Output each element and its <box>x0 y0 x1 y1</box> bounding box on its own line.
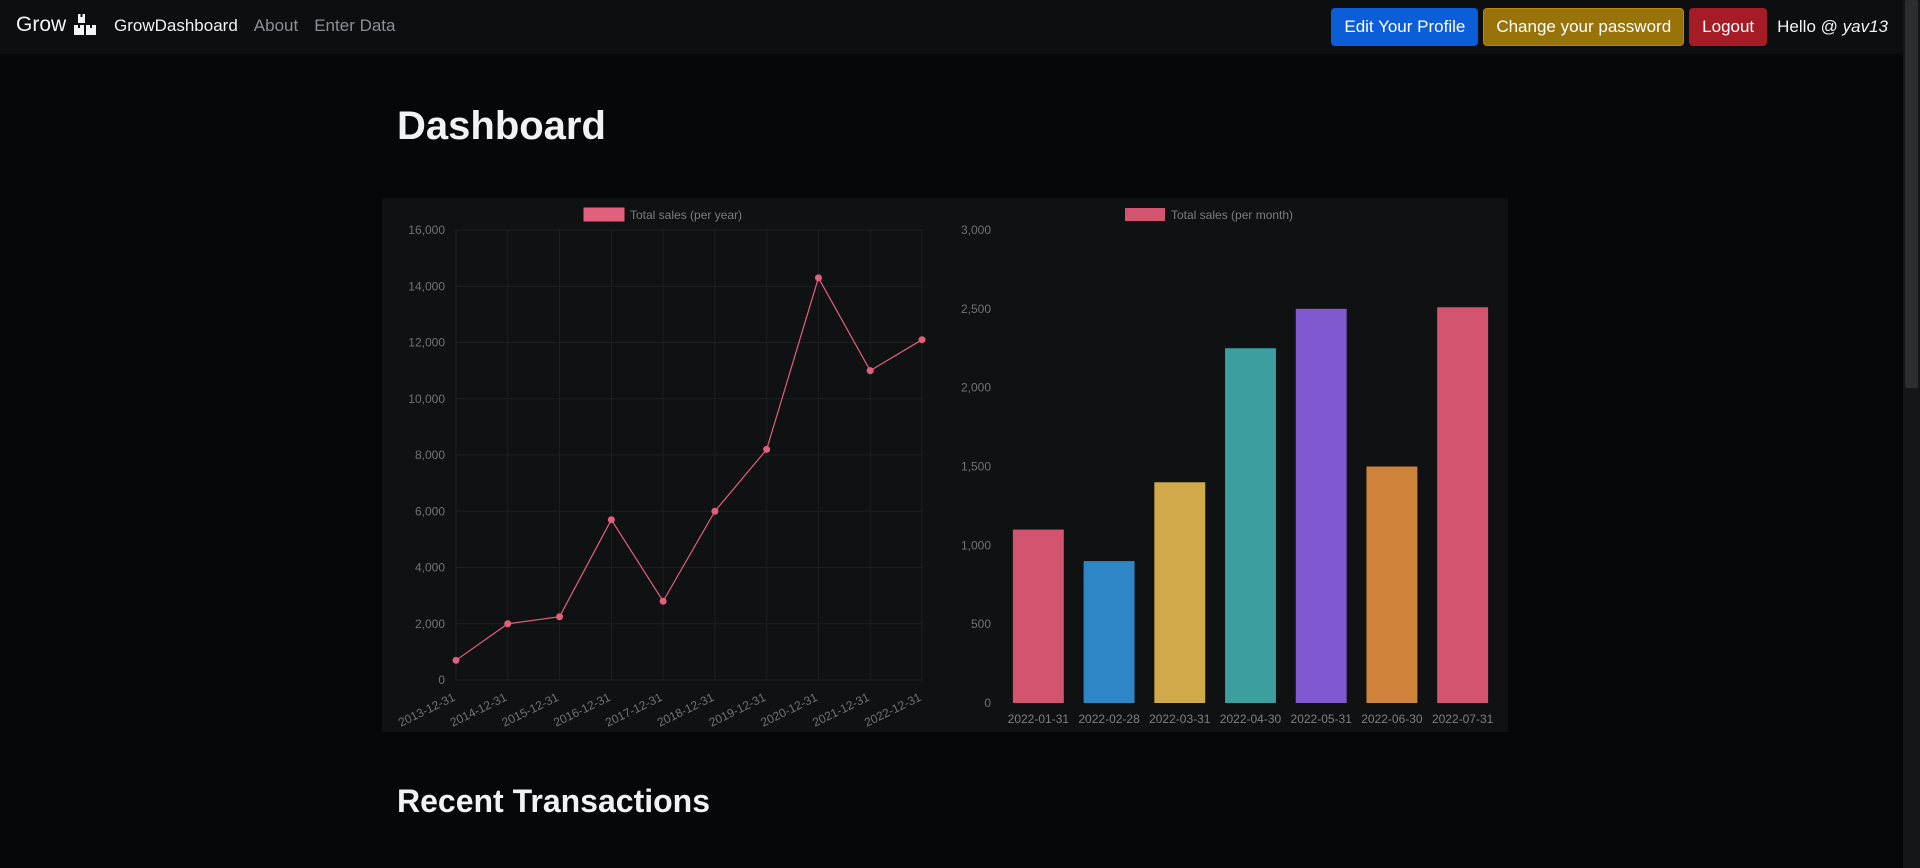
nav-links: GrowDashboard About Enter Data <box>114 16 395 36</box>
bar-chart-y-ticks: 0 500 1,000 1,500 2,000 2,500 3,000 <box>961 223 991 710</box>
nav-link-growdashboard[interactable]: GrowDashboard <box>114 16 238 36</box>
x-tick-label: 2014-12-31 <box>448 690 510 730</box>
y-tick-label: 0 <box>984 696 991 710</box>
line-chart-legend: Total sales (per year) <box>583 207 742 222</box>
x-tick-label: 2022-05-31 <box>1291 712 1353 726</box>
bar <box>1366 466 1418 703</box>
line-chart-x-ticks: 2013-12-312014-12-312015-12-312016-12-31… <box>396 690 924 730</box>
bar <box>1012 529 1064 703</box>
nav-link-enter-data[interactable]: Enter Data <box>314 16 395 36</box>
x-tick-label: 2016-12-31 <box>551 690 613 730</box>
x-tick-label: 2020-12-31 <box>758 690 820 730</box>
nav-link-about[interactable]: About <box>254 16 298 36</box>
x-tick-label: 2022-12-31 <box>862 690 924 730</box>
brand[interactable]: Grow <box>16 13 97 37</box>
bar-chart-legend: Total sales (per month) <box>1125 208 1293 222</box>
yearly-sales-line-chart: Total sales (per year) 0 2,000 4,000 6,000 8,… <box>396 207 926 730</box>
bar <box>1154 482 1206 703</box>
legend-label: Total sales (per year) <box>630 208 742 222</box>
data-point <box>556 613 564 621</box>
boxes-icon <box>74 14 97 35</box>
x-tick-label: 2022-04-30 <box>1220 712 1282 726</box>
bar-chart-bars <box>1012 307 1489 703</box>
user-greeting: Hello @ yav13 <box>1777 17 1888 37</box>
data-point <box>866 367 874 375</box>
recent-transactions-heading: Recent Transactions <box>397 783 710 819</box>
change-password-button[interactable]: Change your password <box>1483 8 1685 46</box>
page-scrollbar[interactable] <box>1903 0 1920 868</box>
sales-line <box>455 276 923 661</box>
greeting-prefix: Hello @ <box>1777 17 1838 36</box>
x-tick-label: 2022-07-31 <box>1432 712 1494 726</box>
edit-profile-button[interactable]: Edit Your Profile <box>1331 8 1479 46</box>
y-tick-label: 0 <box>438 673 445 687</box>
charts-panel: Total sales (per year) 0 2,000 4,000 6,000 8,… <box>382 198 1508 732</box>
y-tick-label: 6,000 <box>415 504 445 518</box>
x-tick-label: 2022-02-28 <box>1078 712 1140 726</box>
scrollbar-thumb[interactable] <box>1905 0 1918 388</box>
x-tick-label: 2018-12-31 <box>655 690 717 730</box>
y-tick-label: 2,500 <box>961 302 991 316</box>
y-tick-label: 12,000 <box>408 336 445 350</box>
y-tick-label: 2,000 <box>415 617 445 631</box>
logout-button[interactable]: Logout <box>1689 8 1768 46</box>
data-point <box>711 507 719 515</box>
y-tick-label: 14,000 <box>408 279 445 293</box>
bar <box>1437 307 1489 703</box>
x-tick-label: 2022-01-31 <box>1008 712 1070 726</box>
x-tick-label: 2022-06-30 <box>1361 712 1423 726</box>
bar-chart-x-ticks: 2022-01-31 2022-02-28 2022-03-31 2022-04-30… <box>1008 712 1494 726</box>
bar <box>1225 348 1276 703</box>
x-tick-label: 2019-12-31 <box>707 690 769 730</box>
line-chart-grid <box>455 229 923 681</box>
nav-actions: Edit Your Profile Change your password L… <box>1331 8 1888 46</box>
y-tick-label: 2,000 <box>961 381 991 395</box>
brand-label: Grow <box>16 13 67 36</box>
y-tick-label: 16,000 <box>408 223 445 237</box>
data-point <box>659 597 667 605</box>
legend-label: Total sales (per month) <box>1171 208 1293 222</box>
data-point <box>763 445 771 453</box>
x-tick-label: 2015-12-31 <box>500 690 562 730</box>
x-tick-label: 2021-12-31 <box>810 690 872 730</box>
legend-swatch <box>583 207 625 222</box>
data-point <box>607 516 615 524</box>
line-chart-y-ticks: 0 2,000 4,000 6,000 8,000 10,000 12,000 14,000 1… <box>408 223 445 687</box>
data-point <box>452 656 460 664</box>
y-tick-label: 3,000 <box>961 223 991 237</box>
y-tick-label: 4,000 <box>415 561 445 575</box>
bar <box>1295 308 1347 703</box>
y-tick-label: 1,000 <box>961 538 991 552</box>
y-tick-label: 1,500 <box>961 460 991 474</box>
top-navbar: Grow GrowDashboard About Enter Data Edit… <box>0 0 1920 54</box>
data-point <box>504 620 512 628</box>
page-title: Dashboard <box>397 104 606 148</box>
x-tick-label: 2017-12-31 <box>603 690 665 730</box>
x-tick-label: 2013-12-31 <box>396 690 458 730</box>
legend-swatch <box>1125 208 1165 221</box>
data-point <box>814 274 822 282</box>
y-tick-label: 500 <box>971 617 991 631</box>
data-point <box>918 336 926 344</box>
bar <box>1083 561 1135 703</box>
username: yav13 <box>1842 17 1888 36</box>
x-tick-label: 2022-03-31 <box>1149 712 1211 726</box>
monthly-sales-bar-chart: Total sales (per month) 0 500 1,000 1,500 2,0… <box>961 208 1494 726</box>
y-tick-label: 8,000 <box>415 448 445 462</box>
y-tick-label: 10,000 <box>408 392 445 406</box>
